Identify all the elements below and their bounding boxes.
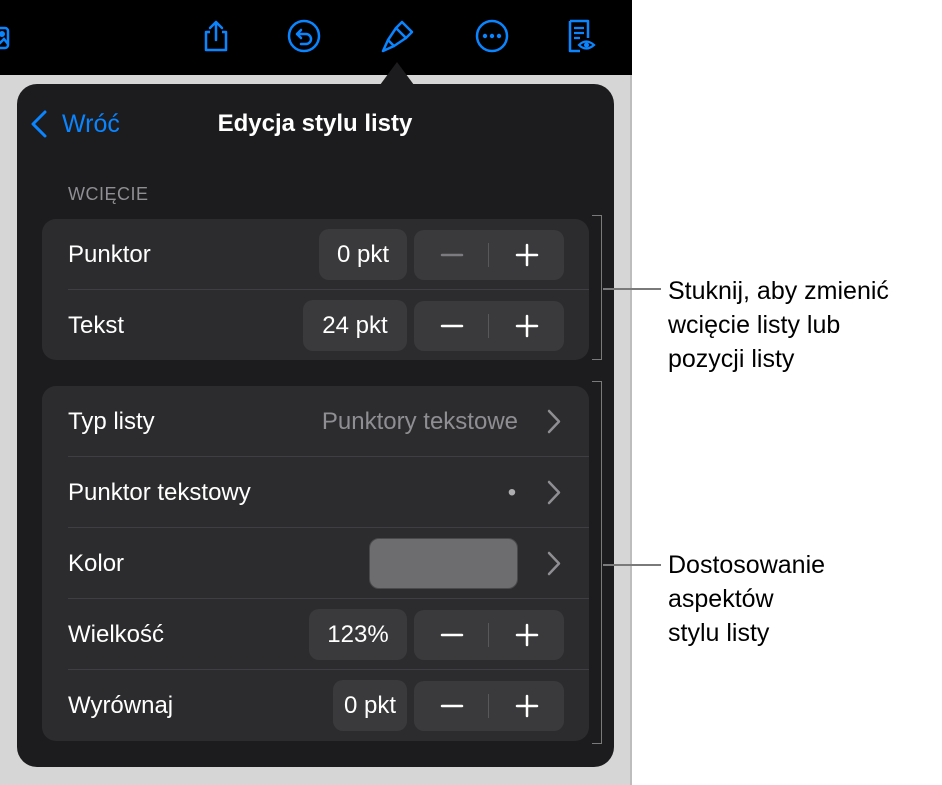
popover-title: Edycja stylu listy <box>217 110 413 137</box>
decrement-button[interactable] <box>414 681 489 731</box>
plus-icon <box>515 623 538 647</box>
align-value[interactable]: 0 pkt <box>333 680 407 731</box>
more-icon[interactable] <box>472 14 512 58</box>
list-type-value: Punktory tekstowe <box>321 408 518 435</box>
plus-icon <box>515 314 538 338</box>
row-label: Wielkość <box>68 621 165 648</box>
text-indent-stepper <box>414 301 564 351</box>
row-size: Wielkość 123% <box>42 599 589 670</box>
decrement-button[interactable] <box>414 230 489 280</box>
callout-style: Dostosowanie aspektów stylu listy <box>668 548 825 650</box>
callout-line: aspektów <box>668 585 774 613</box>
size-value[interactable]: 123% <box>309 609 407 660</box>
callout-bracket-indent <box>592 215 602 360</box>
callout-line: wcięcie listy lub <box>668 311 841 339</box>
chevron-left-icon <box>31 110 47 138</box>
row-label: Punktor tekstowy <box>68 479 251 506</box>
callout-leader-indent <box>603 288 661 290</box>
row-list-type[interactable]: Typ listy Punktory tekstowe <box>42 386 589 457</box>
chevron-right-icon <box>547 480 561 505</box>
increment-button[interactable] <box>489 681 564 731</box>
row-label: Wyrównaj <box>68 692 174 719</box>
callout-line: stylu listy <box>668 619 770 647</box>
increment-button[interactable] <box>489 301 564 351</box>
toolbar <box>0 0 632 75</box>
chevron-right-icon <box>547 551 561 576</box>
bullet-indent-stepper <box>414 230 564 280</box>
row-label: Typ listy <box>68 408 155 435</box>
chevron-right-icon <box>547 409 561 434</box>
format-brush-icon[interactable] <box>378 14 418 58</box>
minus-icon <box>440 704 463 708</box>
popover-arrow <box>380 62 414 85</box>
row-label: Tekst <box>68 312 125 339</box>
back-label: Wróć <box>62 109 120 138</box>
callout-bracket-style <box>592 381 602 744</box>
minus-icon <box>440 324 463 328</box>
size-stepper <box>414 610 564 660</box>
back-button[interactable]: Wróć <box>30 108 120 140</box>
row-text-indent: Tekst 24 pkt <box>42 290 589 361</box>
minus-icon <box>440 633 463 637</box>
callout-leader-style <box>603 564 661 566</box>
increment-button[interactable] <box>489 610 564 660</box>
callout-indent: Stuknij, aby zmienić wcięcie listy lub p… <box>668 274 889 376</box>
bullet-indent-value[interactable]: 0 pkt <box>319 229 407 280</box>
text-bullet-value: • <box>507 479 517 506</box>
row-color[interactable]: Kolor <box>42 528 589 599</box>
reading-view-icon[interactable] <box>560 14 600 58</box>
plus-icon <box>515 243 538 267</box>
callout-line: Stuknij, aby zmienić <box>668 277 889 305</box>
text-indent-value[interactable]: 24 pkt <box>303 300 407 351</box>
color-swatch[interactable] <box>369 538 518 589</box>
plus-icon <box>515 694 538 718</box>
row-align: Wyrównaj 0 pkt <box>42 670 589 741</box>
callout-line: pozycji listy <box>668 345 795 373</box>
row-bullet-indent: Punktor 0 pkt <box>42 219 589 290</box>
minus-icon <box>440 253 463 257</box>
section-label-indent: WCIĘCIE <box>68 184 149 204</box>
share-icon[interactable] <box>196 14 236 58</box>
indent-group: Punktor 0 pkt Tekst 24 pkt <box>42 219 589 360</box>
decrement-button[interactable] <box>414 301 489 351</box>
media-icon[interactable] <box>0 14 18 58</box>
row-text-bullet[interactable]: Punktor tekstowy • <box>42 457 589 528</box>
align-stepper <box>414 681 564 731</box>
row-label: Punktor <box>68 241 151 268</box>
undo-icon[interactable] <box>284 14 324 58</box>
row-label: Kolor <box>68 550 125 577</box>
decrement-button[interactable] <box>414 610 489 660</box>
callout-line: Dostosowanie <box>668 551 826 579</box>
app-edge <box>630 0 632 785</box>
list-style-group: Typ listy Punktory tekstowe Punktor teks… <box>42 386 589 741</box>
increment-button[interactable] <box>489 230 564 280</box>
